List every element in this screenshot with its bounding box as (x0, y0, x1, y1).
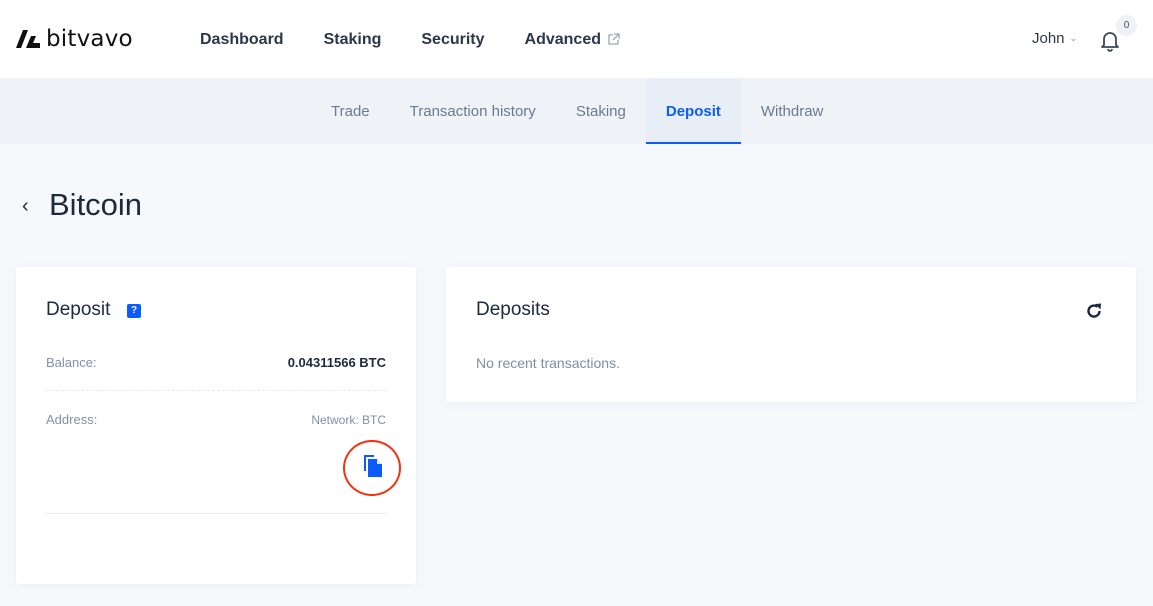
top-header: bitvavo Dashboard Staking Security Advan… (0, 0, 1153, 79)
nav-staking-label: Staking (323, 30, 382, 48)
address-underline (46, 513, 386, 514)
nav-dashboard[interactable]: Dashboard (200, 31, 284, 49)
external-link-icon (608, 33, 620, 45)
nav-dashboard-label: Dashboard (200, 30, 284, 48)
deposits-card: Deposits No recent transactions. (446, 267, 1136, 402)
sub-nav: Trade Transaction history Staking Deposi… (0, 79, 1153, 144)
brand-name: bitvavo (46, 26, 133, 52)
tab-deposit[interactable]: Deposit (645, 79, 741, 144)
bitvavo-logo-icon (16, 30, 40, 48)
refresh-icon[interactable] (1084, 301, 1104, 321)
balance-label: Balance: (46, 355, 97, 370)
tab-transaction-history[interactable]: Transaction history (390, 79, 556, 144)
deposit-card-title: Deposit (46, 299, 111, 320)
network-label: Network: BTC (311, 413, 386, 427)
nav-security[interactable]: Security (421, 31, 484, 49)
main-nav: Dashboard Staking Security Advanced (200, 0, 660, 79)
copy-icon[interactable] (362, 453, 384, 479)
user-name: John (1032, 30, 1065, 47)
chevron-down-icon: ⌄ (1069, 33, 1078, 43)
user-menu[interactable]: John ⌄ (1032, 30, 1077, 47)
help-icon[interactable]: ? (127, 304, 141, 318)
nav-advanced-label: Advanced (524, 30, 601, 48)
nav-advanced[interactable]: Advanced (525, 31, 620, 49)
empty-state-message: No recent transactions. (476, 355, 620, 371)
chevron-left-icon[interactable]: ‹ (22, 195, 29, 218)
notification-count-badge: 0 (1116, 15, 1137, 36)
nav-security-label: Security (421, 30, 485, 48)
tab-staking[interactable]: Staking (556, 79, 646, 144)
divider (46, 390, 386, 391)
page-title: Bitcoin (49, 187, 143, 222)
tab-trade[interactable]: Trade (311, 79, 390, 144)
balance-value: 0.04311566 BTC (287, 355, 386, 370)
nav-staking[interactable]: Staking (324, 31, 382, 49)
address-label: Address: (46, 412, 98, 427)
deposits-card-title: Deposits (476, 299, 550, 320)
brand-logo[interactable]: bitvavo (16, 24, 133, 54)
tab-withdraw[interactable]: Withdraw (741, 79, 844, 144)
deposit-card: Deposit ? Balance: 0.04311566 BTC Addres… (16, 267, 416, 584)
